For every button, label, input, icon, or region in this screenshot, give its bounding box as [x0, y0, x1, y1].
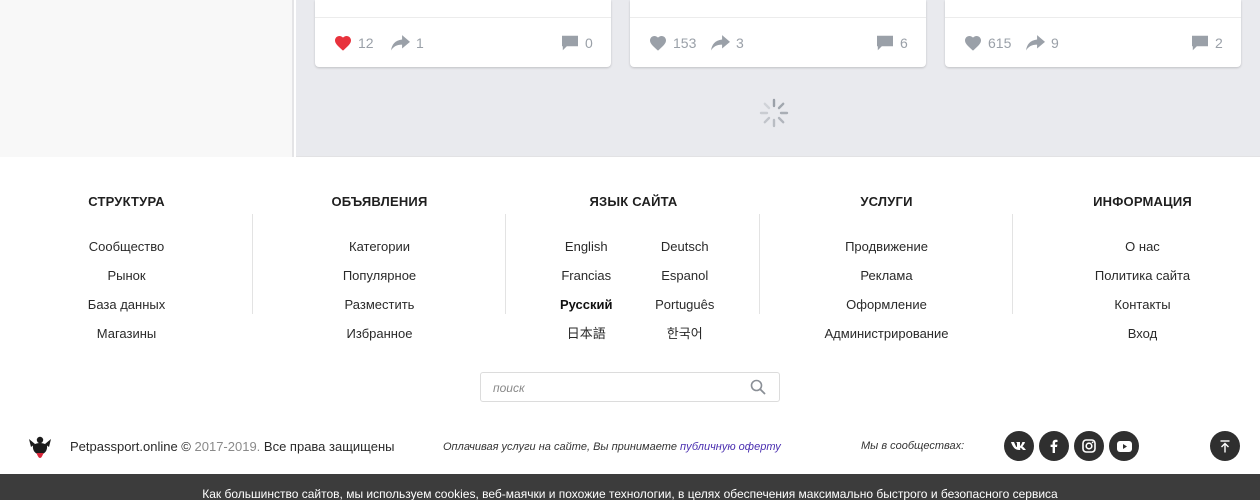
cookie-banner: Как большинство сайтов, мы используем co…	[0, 474, 1260, 500]
footer-col-title: СТРУКТУРА	[88, 194, 165, 209]
comments-button[interactable]: 0	[561, 18, 593, 68]
footer-link-login[interactable]: Вход	[1015, 319, 1260, 348]
lang-francais[interactable]: Francias	[537, 261, 636, 290]
loading-spinner-icon	[759, 98, 789, 128]
footer-col-language: ЯЗЫК САЙТА English Deutsch Francias Espa…	[507, 158, 760, 348]
lang-russian[interactable]: Русский	[537, 290, 636, 319]
like-button[interactable]: 12	[334, 18, 374, 68]
card-actions: 615 9 2	[945, 17, 1241, 67]
footer-col-services: УСЛУГИ Продвижение Реклама Оформление Ад…	[760, 158, 1013, 348]
like-count: 153	[673, 35, 697, 51]
footer-link-about[interactable]: О нас	[1015, 232, 1260, 261]
lang-espanol[interactable]: Espanol	[636, 261, 735, 290]
share-count: 3	[736, 35, 744, 51]
footer-col-title: ИНФОРМАЦИЯ	[1093, 194, 1192, 209]
comment-icon	[562, 35, 578, 51]
site-footer: СТРУКТУРА Сообщество Рынок База данных М…	[0, 158, 1260, 474]
share-icon	[1026, 35, 1045, 51]
share-button[interactable]: 3	[711, 18, 744, 68]
like-button[interactable]: 615	[964, 18, 1011, 68]
lang-english[interactable]: English	[537, 232, 636, 261]
search-icon[interactable]	[750, 379, 766, 395]
vk-icon[interactable]	[1004, 431, 1034, 461]
share-count: 1	[416, 35, 424, 51]
share-button[interactable]: 9	[1026, 18, 1059, 68]
footer-link-shops[interactable]: Магазины	[0, 319, 253, 348]
card-actions: 12 1 0	[315, 17, 611, 67]
copyright-years: 2017-2019.	[194, 439, 261, 454]
footer-link-favorites[interactable]: Избранное	[253, 319, 506, 348]
footer-col-title: ЯЗЫК САЙТА	[589, 194, 678, 209]
footer-col-structure: СТРУКТУРА Сообщество Рынок База данных М…	[0, 158, 253, 348]
post-card: 615 9 2	[945, 0, 1241, 67]
instagram-icon[interactable]	[1074, 431, 1104, 461]
footer-col-ads: ОБЪЯВЛЕНИЯ Категории Популярное Размести…	[253, 158, 506, 348]
footer-link-contacts[interactable]: Контакты	[1015, 290, 1260, 319]
like-button[interactable]: 153	[649, 18, 696, 68]
post-card: 153 3 6	[630, 0, 926, 67]
lang-japanese[interactable]: 日本語	[537, 319, 636, 348]
heart-icon	[335, 35, 351, 51]
heart-icon	[650, 35, 666, 51]
feed-grid: 12 1 0 153 3 6 615 9 2	[296, 0, 1260, 157]
community-label: Мы в сообществах:	[861, 440, 965, 452]
footer-link-policy[interactable]: Политика сайта	[1015, 261, 1260, 290]
share-count: 9	[1051, 35, 1059, 51]
footer-link-popular[interactable]: Популярное	[253, 261, 506, 290]
footer-link-administration[interactable]: Администрирование	[760, 319, 1013, 348]
footer-link-database[interactable]: База данных	[0, 290, 253, 319]
offer-text: Оплачивая услуги на сайте, Вы принимаете	[443, 441, 677, 453]
footer-link-categories[interactable]: Категории	[253, 232, 506, 261]
comment-icon	[1192, 35, 1208, 51]
footer-link-post-ad[interactable]: Разместить	[253, 290, 506, 319]
like-count: 615	[988, 35, 1012, 51]
left-sidebar	[0, 0, 294, 157]
comment-count: 2	[1215, 35, 1223, 51]
footer-col-info: ИНФОРМАЦИЯ О нас Политика сайта Контакты…	[1015, 158, 1260, 348]
offer-notice: Оплачивая услуги на сайте, Вы принимаете…	[443, 441, 781, 453]
footer-link-design[interactable]: Оформление	[760, 290, 1013, 319]
rights-text: Все права защищены	[263, 439, 395, 454]
comments-button[interactable]: 6	[876, 18, 908, 68]
footer-search	[480, 372, 780, 402]
arrow-up-icon	[1220, 439, 1230, 452]
comment-count: 6	[900, 35, 908, 51]
scroll-to-top-button[interactable]	[1210, 431, 1240, 461]
lang-deutsch[interactable]: Deutsch	[636, 232, 735, 261]
footer-link-advertising[interactable]: Реклама	[760, 261, 1013, 290]
lang-portugues[interactable]: Português	[636, 290, 735, 319]
youtube-icon[interactable]	[1109, 431, 1139, 461]
footer-col-title: ОБЪЯВЛЕНИЯ	[331, 194, 428, 209]
footer-link-market[interactable]: Рынок	[0, 261, 253, 290]
like-count: 12	[358, 35, 374, 51]
public-offer-link[interactable]: публичную оферту	[680, 441, 781, 453]
footer-link-promotion[interactable]: Продвижение	[760, 232, 1013, 261]
footer-col-title: УСЛУГИ	[860, 194, 913, 209]
site-logo-icon[interactable]	[27, 435, 53, 463]
comments-button[interactable]: 2	[1191, 18, 1223, 68]
share-button[interactable]: 1	[391, 18, 424, 68]
comment-icon	[877, 35, 893, 51]
lang-korean[interactable]: 한국어	[636, 319, 735, 348]
social-links	[1004, 431, 1139, 461]
site-name: Petpassport.online ©	[70, 439, 191, 454]
footer-link-community[interactable]: Сообщество	[0, 232, 253, 261]
share-icon	[391, 35, 410, 51]
facebook-icon[interactable]	[1039, 431, 1069, 461]
share-icon	[711, 35, 730, 51]
search-input[interactable]	[493, 378, 743, 397]
feed-area: 12 1 0 153 3 6 615 9 2	[0, 0, 1260, 157]
card-actions: 153 3 6	[630, 17, 926, 67]
comment-count: 0	[585, 35, 593, 51]
post-card: 12 1 0	[315, 0, 611, 67]
copyright: Petpassport.online © 2017-2019. Все прав…	[70, 439, 394, 454]
heart-icon	[965, 35, 981, 51]
